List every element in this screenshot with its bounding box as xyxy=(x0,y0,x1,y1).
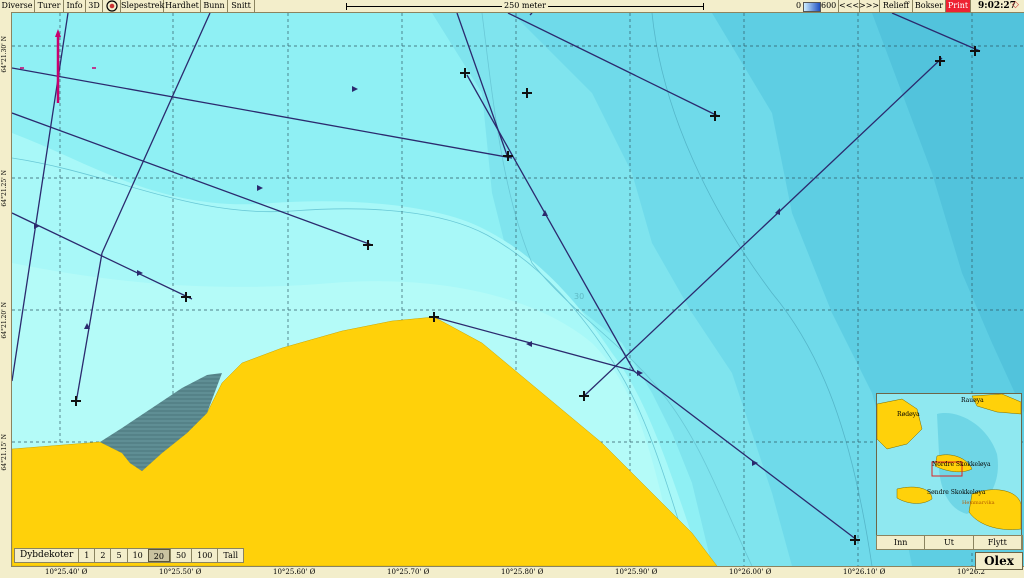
depth-gradient[interactable] xyxy=(803,2,821,12)
overview-canvas[interactable]: Rødøya Rauøya Nordre Skokkeløya Søndre S… xyxy=(876,393,1022,535)
place-label: Nordre Skokkeløya xyxy=(932,461,991,468)
dybde-option-10[interactable]: 10 xyxy=(126,549,148,562)
place-label: Rødøya xyxy=(897,411,920,418)
dybdekoter-label: Dybdekoter xyxy=(20,550,74,560)
menu-hardhet[interactable]: Hardhet xyxy=(164,0,201,12)
lon-label: 10°25.90' Ø xyxy=(615,568,658,576)
bokser-button[interactable]: Bokser xyxy=(913,0,946,12)
lon-label: 10°25.80' Ø xyxy=(501,568,544,576)
overview-buttons: Inn Ut Flytt xyxy=(876,535,1023,550)
place-label: Hemmarvika xyxy=(962,500,995,506)
next-button[interactable]: >>> xyxy=(859,0,880,12)
longitude-ruler: 10°25.40' Ø 10°25.50' Ø 10°25.60' Ø 10°2… xyxy=(11,566,1024,578)
lat-label: 64°21.15' N xyxy=(1,434,8,471)
place-label: Rauøya xyxy=(961,397,984,404)
prev-button[interactable]: <<< xyxy=(838,0,860,12)
menu-info[interactable]: Info xyxy=(64,0,86,12)
depth-max: 600 xyxy=(821,1,837,10)
print-button[interactable]: Print xyxy=(946,0,971,12)
zoom-in-button[interactable]: Inn xyxy=(877,536,926,549)
overview-map[interactable]: Rødøya Rauøya Nordre Skokkeløya Søndre S… xyxy=(876,393,1022,548)
dybde-option-tall[interactable]: Tall xyxy=(217,549,243,562)
place-label: Søndre Skokkeløya xyxy=(927,489,986,496)
diamond-icon[interactable]: ◇ xyxy=(1012,0,1019,11)
dybde-option-1[interactable]: 1 xyxy=(78,549,94,562)
menu-3d[interactable]: 3D xyxy=(86,0,103,12)
menu-turer[interactable]: Turer xyxy=(35,0,64,12)
dybde-option-100[interactable]: 100 xyxy=(191,549,217,562)
menu-snitt[interactable]: Snitt xyxy=(228,0,255,12)
dybde-option-50[interactable]: 50 xyxy=(169,549,191,562)
lon-label: 10°25.40' Ø xyxy=(45,568,88,576)
dybde-option-5[interactable]: 5 xyxy=(110,549,126,562)
latitude-ruler: 64°21.30' N 64°21.25' N 64°21.20' N 64°2… xyxy=(0,12,12,567)
depth-label: 30 xyxy=(574,292,584,301)
depth-min: 0 xyxy=(796,1,802,10)
menu-slepestrek[interactable]: Slepestrek xyxy=(121,0,164,12)
lon-label: 10°26.10' Ø xyxy=(843,568,886,576)
clock: 9:02:27 xyxy=(978,1,1016,11)
dybde-option-2[interactable]: 2 xyxy=(94,549,110,562)
lat-label: 64°21.30' N xyxy=(1,36,8,73)
chart-map[interactable]: 30 xyxy=(12,13,1024,566)
lat-label: 64°21.25' N xyxy=(1,170,8,207)
menu-diverse[interactable]: Diverse xyxy=(0,0,35,12)
chart-canvas[interactable]: 30 xyxy=(12,13,1024,566)
olex-logo: Olex xyxy=(975,552,1023,570)
lon-label: 10°25.70' Ø xyxy=(387,568,430,576)
scale-bar: 250 meter xyxy=(346,0,704,12)
scale-label: 250 meter xyxy=(502,0,548,12)
zoom-out-button[interactable]: Ut xyxy=(925,536,974,549)
relieff-button[interactable]: Relieff xyxy=(880,0,913,12)
lat-label: 64°21.20' N xyxy=(1,302,8,339)
dybdekoter-panel: Dybdekoter 1 2 5 10 20 50 100 Tall xyxy=(14,548,245,563)
lon-label: 10°25.50' Ø xyxy=(159,568,202,576)
lon-label: 10°26.00' Ø xyxy=(729,568,772,576)
compass-button[interactable] xyxy=(103,0,121,12)
compass-icon xyxy=(105,0,118,12)
top-menu-bar: Diverse Turer Info 3D Slepestrek Hardhet… xyxy=(0,0,1024,13)
move-button[interactable]: Flytt xyxy=(974,536,1022,549)
menu-bunn[interactable]: Bunn xyxy=(201,0,228,12)
lon-label: 10°25.60' Ø xyxy=(273,568,316,576)
dybde-option-20[interactable]: 20 xyxy=(147,549,170,562)
